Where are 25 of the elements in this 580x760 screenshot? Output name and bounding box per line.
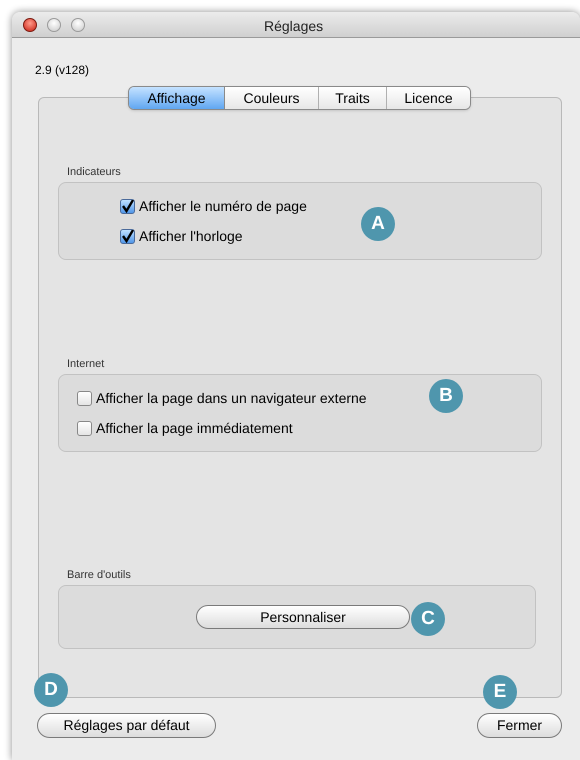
checkbox-label[interactable]: Afficher la page immédiatement <box>96 418 293 438</box>
tab[interactable]: Affichage <box>129 87 225 109</box>
close-dialog-button[interactable]: Fermer <box>477 713 562 738</box>
group-label: Barre d'outils <box>66 568 132 583</box>
checkbox-label[interactable]: Afficher le numéro de page <box>139 196 307 216</box>
tab[interactable]: Couleurs <box>225 87 319 109</box>
zoom-button[interactable] <box>71 18 85 32</box>
group-label: Internet <box>66 357 106 372</box>
tab[interactable]: Licence <box>387 87 470 109</box>
checkbox-label[interactable]: Afficher la page dans un navigateur externe <box>96 388 367 408</box>
version-label: 2.9 (v128) <box>35 62 90 79</box>
minimize-button[interactable] <box>47 18 61 32</box>
window-title: Réglages <box>264 17 324 36</box>
checkbox[interactable] <box>77 390 92 406</box>
checkbox[interactable] <box>120 198 135 214</box>
checkbox-label[interactable]: Afficher l'horloge <box>139 226 243 246</box>
callout-badge: E <box>483 675 517 709</box>
default-settings-button[interactable]: Réglages par défaut <box>37 713 216 738</box>
customize-button[interactable]: Personnaliser <box>196 605 410 629</box>
group-label: Indicateurs <box>66 165 122 180</box>
tab[interactable]: Traits <box>319 87 387 109</box>
callout-badge: D <box>34 673 68 707</box>
checkbox[interactable] <box>77 420 92 436</box>
close-button[interactable] <box>23 18 37 32</box>
checkbox[interactable] <box>120 228 135 244</box>
